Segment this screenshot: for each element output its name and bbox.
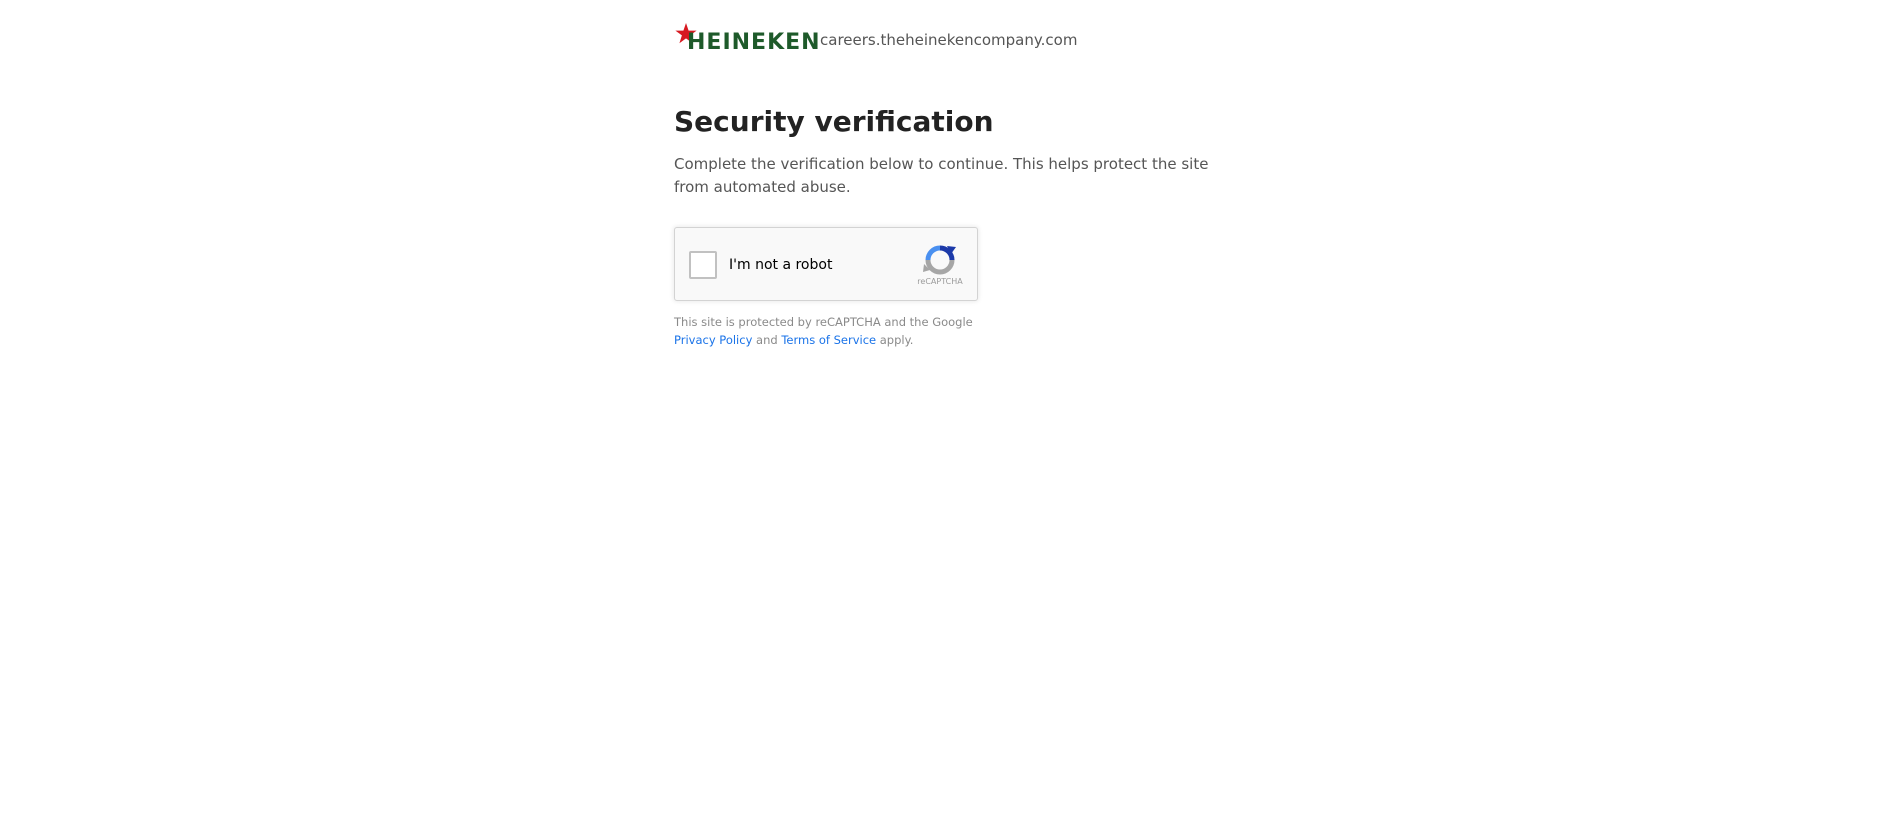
not-a-robot-label: I'm not a robot: [729, 257, 833, 273]
legal-notice: This site is protected by reCAPTCHA and …: [674, 313, 1234, 349]
recaptcha-logo-icon: [923, 245, 956, 275]
page-title: Security verification: [674, 105, 994, 138]
heineken-logo: HEINEKEN: [674, 22, 820, 58]
page-description: Complete the verification below to conti…: [674, 155, 1209, 196]
site-domain: careers.theheinekencompany.com: [820, 31, 1078, 49]
legal-prefix: This site is protected by reCAPTCHA and …: [674, 315, 973, 329]
privacy-policy-link[interactable]: Privacy Policy: [674, 333, 752, 347]
page: HEINEKEN careers.theheinekencompany.com …: [0, 0, 1902, 818]
terms-of-service-link[interactable]: Terms of Service: [781, 333, 876, 347]
legal-and: and: [756, 333, 778, 347]
recaptcha-brand-text: reCAPTCHA: [917, 277, 963, 286]
legal-suffix: apply.: [879, 333, 914, 347]
header: HEINEKEN careers.theheinekencompany.com: [674, 22, 1234, 58]
logo-wordmark: HEINEKEN: [687, 30, 821, 55]
not-a-robot-checkbox[interactable]: [689, 251, 717, 279]
recaptcha-widget[interactable]: I'm not a robot reCAPTCHA: [674, 227, 978, 301]
